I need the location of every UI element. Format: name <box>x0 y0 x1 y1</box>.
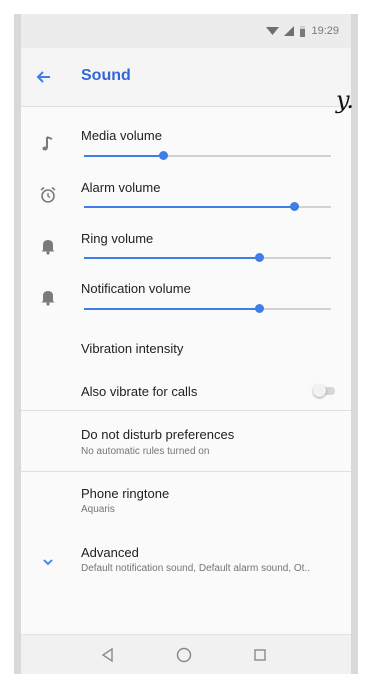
dnd-preferences-label[interactable]: Do not disturb preferences <box>81 427 234 442</box>
nav-recents-button[interactable] <box>249 644 271 666</box>
handwritten-scribble: y. <box>336 86 354 114</box>
status-icons: 19:29 <box>266 25 339 37</box>
app-bar: Sound <box>21 48 351 107</box>
notification-volume-label: Notification volume <box>81 281 191 296</box>
phone-ringtone-summary: Aquaris <box>81 504 115 515</box>
music-note-icon <box>42 136 53 151</box>
phone-frame: 19:29 Sound Media volume Alarm volume Ri… <box>14 14 358 674</box>
slider-fill <box>84 155 164 157</box>
page-title: Sound <box>81 67 131 84</box>
media-volume-label: Media volume <box>81 128 162 143</box>
status-bar: 19:29 <box>21 14 351 48</box>
back-triangle-icon <box>101 647 113 663</box>
slider-fill <box>84 206 294 208</box>
chevron-down-icon[interactable] <box>37 551 59 573</box>
cell-signal-icon <box>284 26 295 36</box>
recents-square-icon <box>254 649 266 661</box>
alarm-volume-label: Alarm volume <box>81 180 161 195</box>
nav-home-button[interactable] <box>173 644 195 666</box>
vibration-intensity-item[interactable]: Vibration intensity <box>81 341 183 356</box>
back-button[interactable] <box>31 64 57 90</box>
status-time: 19:29 <box>311 25 339 37</box>
bell-icon <box>41 240 55 255</box>
dnd-preferences-summary: No automatic rules turned on <box>81 446 210 457</box>
media-volume-slider[interactable] <box>84 150 331 162</box>
divider <box>21 410 351 411</box>
navigation-bar <box>21 634 351 674</box>
ring-volume-slider[interactable] <box>84 252 331 264</box>
slider-thumb[interactable] <box>255 304 265 313</box>
divider <box>21 471 351 472</box>
slider-fill <box>84 257 260 259</box>
bell-icon <box>41 291 55 306</box>
battery-icon <box>300 25 306 37</box>
screen: 19:29 Sound Media volume Alarm volume Ri… <box>21 14 351 674</box>
alarm-clock-icon <box>40 186 56 203</box>
slider-fill <box>84 308 260 310</box>
vibrate-for-calls-label[interactable]: Also vibrate for calls <box>81 384 197 399</box>
slider-thumb[interactable] <box>289 202 299 211</box>
slider-thumb[interactable] <box>255 253 265 262</box>
notification-volume-slider[interactable] <box>84 303 331 315</box>
advanced-summary: Default notification sound, Default alar… <box>81 563 311 574</box>
advanced-label[interactable]: Advanced <box>81 545 139 560</box>
phone-ringtone-label[interactable]: Phone ringtone <box>81 486 169 501</box>
back-arrow-icon <box>36 71 50 83</box>
home-circle-icon <box>176 647 192 663</box>
toggle-thumb <box>313 384 326 397</box>
wifi-icon <box>266 27 280 35</box>
alarm-volume-slider[interactable] <box>84 201 331 213</box>
vibrate-for-calls-toggle[interactable] <box>313 384 337 398</box>
slider-thumb[interactable] <box>159 151 169 160</box>
nav-back-button[interactable] <box>97 644 119 666</box>
ring-volume-label: Ring volume <box>81 231 154 246</box>
